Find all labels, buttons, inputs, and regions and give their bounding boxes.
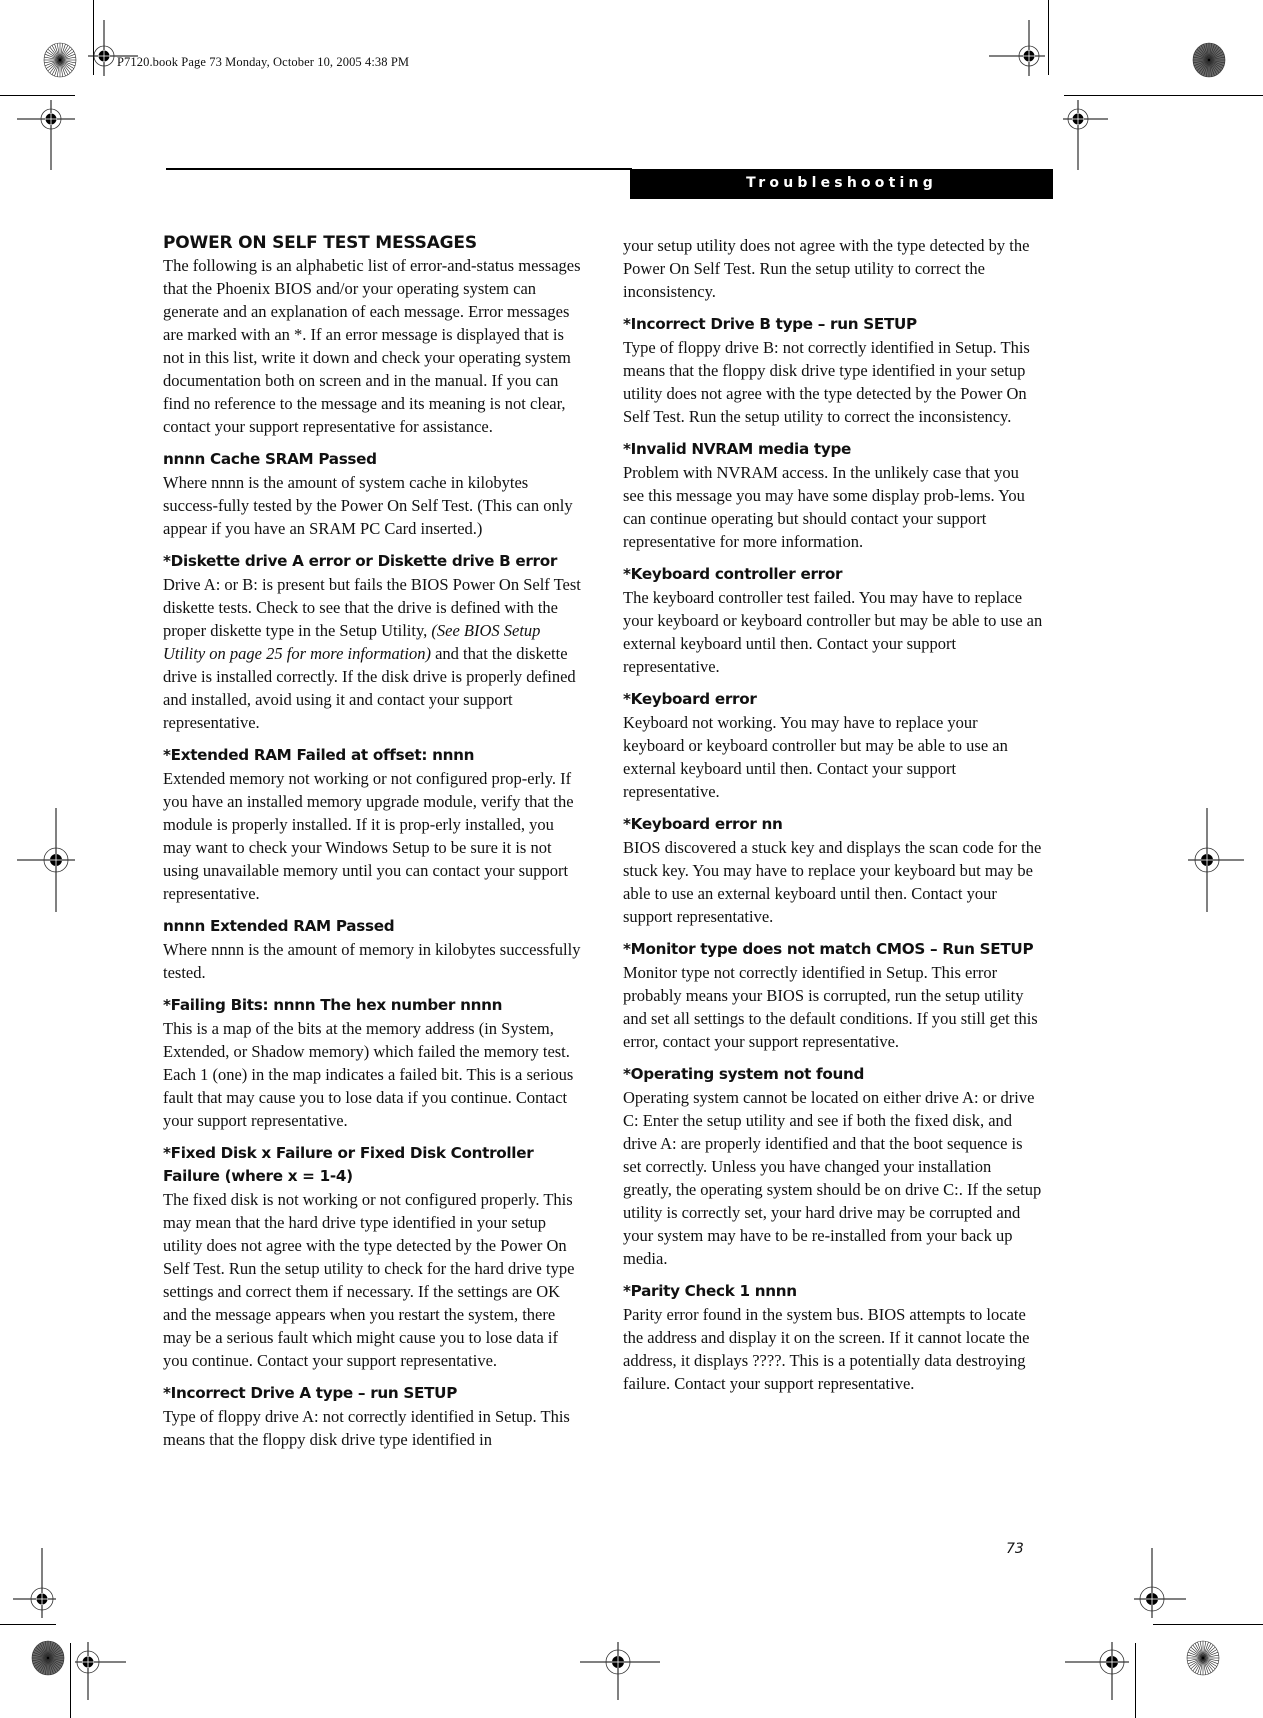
running-header-title: Troubleshooting bbox=[746, 175, 937, 191]
message-entry: *Keyboard error Keyboard not working. Yo… bbox=[623, 688, 1043, 803]
message-heading: *Extended RAM Failed at offset: nnnn bbox=[163, 746, 475, 764]
starburst-target-icon bbox=[43, 42, 77, 78]
registration-crosshair-icon bbox=[580, 1642, 660, 1700]
registration-crosshair-icon bbox=[1134, 1548, 1194, 1618]
message-description: Extended memory not working or not confi… bbox=[163, 769, 574, 903]
message-entry: *Operating system not found Operating sy… bbox=[623, 1063, 1043, 1270]
starburst-target-icon bbox=[31, 1640, 65, 1676]
message-description: BIOS discovered a stuck key and displays… bbox=[623, 838, 1042, 926]
registration-crosshair-icon bbox=[1188, 808, 1248, 912]
registration-crosshair-icon bbox=[989, 20, 1045, 76]
message-description: Type of floppy drive A: not correctly id… bbox=[163, 1407, 570, 1449]
message-heading: *Keyboard error nn bbox=[623, 815, 783, 833]
message-heading: *Fixed Disk x Failure or Fixed Disk Cont… bbox=[163, 1144, 534, 1185]
running-header-bar: Troubleshooting bbox=[630, 169, 1053, 199]
message-entry: *Invalid NVRAM media type Problem with N… bbox=[623, 438, 1043, 553]
message-description: Where nnnn is the amount of memory in ki… bbox=[163, 940, 581, 982]
message-heading: nnnn Extended RAM Passed bbox=[163, 917, 395, 935]
message-entry: *Keyboard error nn BIOS discovered a stu… bbox=[623, 813, 1043, 928]
message-description: The keyboard controller test failed. You… bbox=[623, 588, 1043, 676]
section-title: POWER ON SELF TEST MESSAGES bbox=[163, 233, 477, 253]
registration-crosshair-icon bbox=[13, 1548, 63, 1618]
message-description: Operating system cannot be located on ei… bbox=[623, 1088, 1042, 1268]
trim-line bbox=[1064, 95, 1263, 96]
message-entry: *Extended RAM Failed at offset: nnnn Ext… bbox=[163, 744, 583, 905]
message-heading: *Monitor type does not match CMOS – Run … bbox=[623, 940, 1034, 958]
trim-line bbox=[0, 1624, 56, 1625]
message-description: Type of floppy drive B: not correctly id… bbox=[623, 338, 1030, 426]
starburst-target-icon bbox=[1192, 42, 1226, 78]
message-heading: *Diskette drive A error or Diskette driv… bbox=[163, 552, 558, 570]
message-heading: *Incorrect Drive A type – run SETUP bbox=[163, 1384, 458, 1402]
left-column: POWER ON SELF TEST MESSAGES The followin… bbox=[163, 232, 583, 1461]
message-heading: *Incorrect Drive B type – run SETUP bbox=[623, 315, 917, 333]
message-description: Drive A: or B: is present but fails the … bbox=[163, 573, 583, 734]
message-description: Where nnnn is the amount of system cache… bbox=[163, 473, 573, 538]
trim-line bbox=[1048, 0, 1049, 75]
message-description: Parity error found in the system bus. BI… bbox=[623, 1305, 1030, 1393]
registration-crosshair-icon bbox=[75, 1642, 130, 1700]
message-description: The fixed disk is not working or not con… bbox=[163, 1190, 575, 1370]
registration-crosshair-icon bbox=[17, 100, 77, 170]
message-heading: *Failing Bits: nnnn The hex number nnnn bbox=[163, 996, 503, 1014]
trim-line bbox=[1135, 1643, 1136, 1718]
message-entry: *Fixed Disk x Failure or Fixed Disk Cont… bbox=[163, 1142, 583, 1372]
message-entry: *Keyboard controller error The keyboard … bbox=[623, 563, 1043, 678]
message-heading: *Keyboard error bbox=[623, 690, 757, 708]
right-column: your setup utility does not agree with t… bbox=[623, 234, 1043, 1405]
message-description: Problem with NVRAM access. In the unlike… bbox=[623, 463, 1025, 551]
message-heading: *Parity Check 1 nnnn bbox=[623, 1282, 797, 1300]
message-entry: *Incorrect Drive B type – run SETUP Type… bbox=[623, 313, 1043, 428]
trim-line bbox=[0, 95, 75, 96]
message-heading: nnnn Cache SRAM Passed bbox=[163, 450, 377, 468]
message-entry: *Parity Check 1 nnnn Parity error found … bbox=[623, 1280, 1043, 1395]
registration-crosshair-icon bbox=[1065, 1642, 1130, 1700]
page-number: 73 bbox=[1006, 1541, 1024, 1557]
message-entry: nnnn Cache SRAM Passed Where nnnn is the… bbox=[163, 448, 583, 540]
section-intro: The following is an alphabetic list of e… bbox=[163, 256, 581, 436]
message-heading: *Operating system not found bbox=[623, 1065, 865, 1083]
registration-crosshair-icon bbox=[1063, 100, 1113, 170]
message-description: Monitor type not correctly identified in… bbox=[623, 963, 1038, 1051]
registration-crosshair-icon bbox=[88, 20, 138, 76]
message-entry: *Monitor type does not match CMOS – Run … bbox=[623, 938, 1043, 1053]
header-rule bbox=[166, 168, 632, 170]
message-entry: *Diskette drive A error or Diskette driv… bbox=[163, 550, 583, 734]
message-description: This is a map of the bits at the memory … bbox=[163, 1019, 574, 1130]
starburst-target-icon bbox=[1186, 1640, 1220, 1676]
message-entry: nnnn Extended RAM Passed Where nnnn is t… bbox=[163, 915, 583, 984]
continued-description: your setup utility does not agree with t… bbox=[623, 236, 1030, 301]
message-description: Keyboard not working. You may have to re… bbox=[623, 713, 1008, 801]
message-entry: *Incorrect Drive A type – run SETUP Type… bbox=[163, 1382, 583, 1451]
print-slug: P7120.book Page 73 Monday, October 10, 2… bbox=[117, 55, 410, 69]
message-entry: *Failing Bits: nnnn The hex number nnnn … bbox=[163, 994, 583, 1132]
registration-crosshair-icon bbox=[17, 808, 77, 912]
message-heading: *Invalid NVRAM media type bbox=[623, 440, 852, 458]
message-heading: *Keyboard controller error bbox=[623, 565, 843, 583]
trim-line bbox=[1153, 1624, 1263, 1625]
trim-line bbox=[70, 1643, 71, 1718]
